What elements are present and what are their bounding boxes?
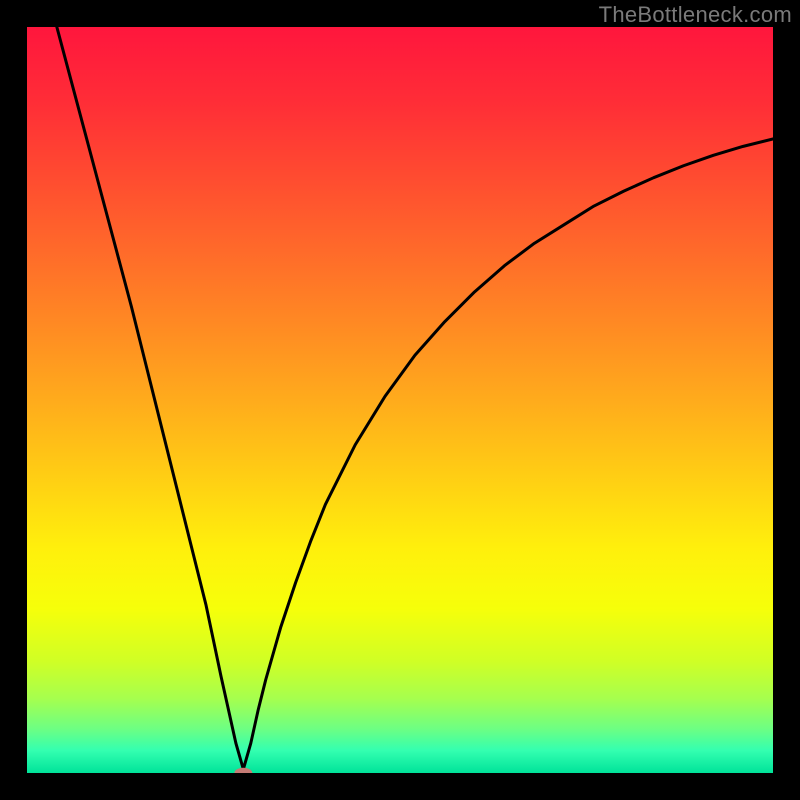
chart-background (27, 27, 773, 773)
chart-svg (27, 27, 773, 773)
watermark-text: TheBottleneck.com (599, 2, 792, 28)
chart-plot-area (27, 27, 773, 773)
chart-canvas-outer: TheBottleneck.com (0, 0, 800, 800)
